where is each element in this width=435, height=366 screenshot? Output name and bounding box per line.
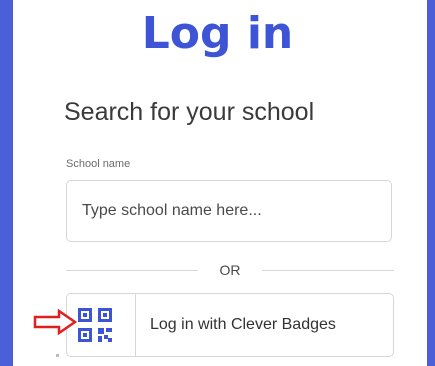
or-divider: OR: [66, 262, 394, 278]
red-arrow-icon: [33, 309, 77, 335]
corner-mark: [56, 354, 59, 357]
page-title: Log in: [141, 8, 294, 59]
divider-line-right: [262, 270, 394, 271]
search-heading: Search for your school: [64, 98, 315, 126]
badges-login-label: Log in with Clever Badges: [150, 316, 336, 333]
badges-icon-cell: [67, 294, 136, 356]
qr-code-icon: [78, 308, 112, 342]
school-name-input[interactable]: [66, 180, 392, 242]
clever-badges-login-button[interactable]: Log in with Clever Badges: [66, 293, 394, 357]
school-name-label: School name: [66, 158, 131, 170]
login-page: Log in Search for your school School nam…: [0, 0, 435, 366]
